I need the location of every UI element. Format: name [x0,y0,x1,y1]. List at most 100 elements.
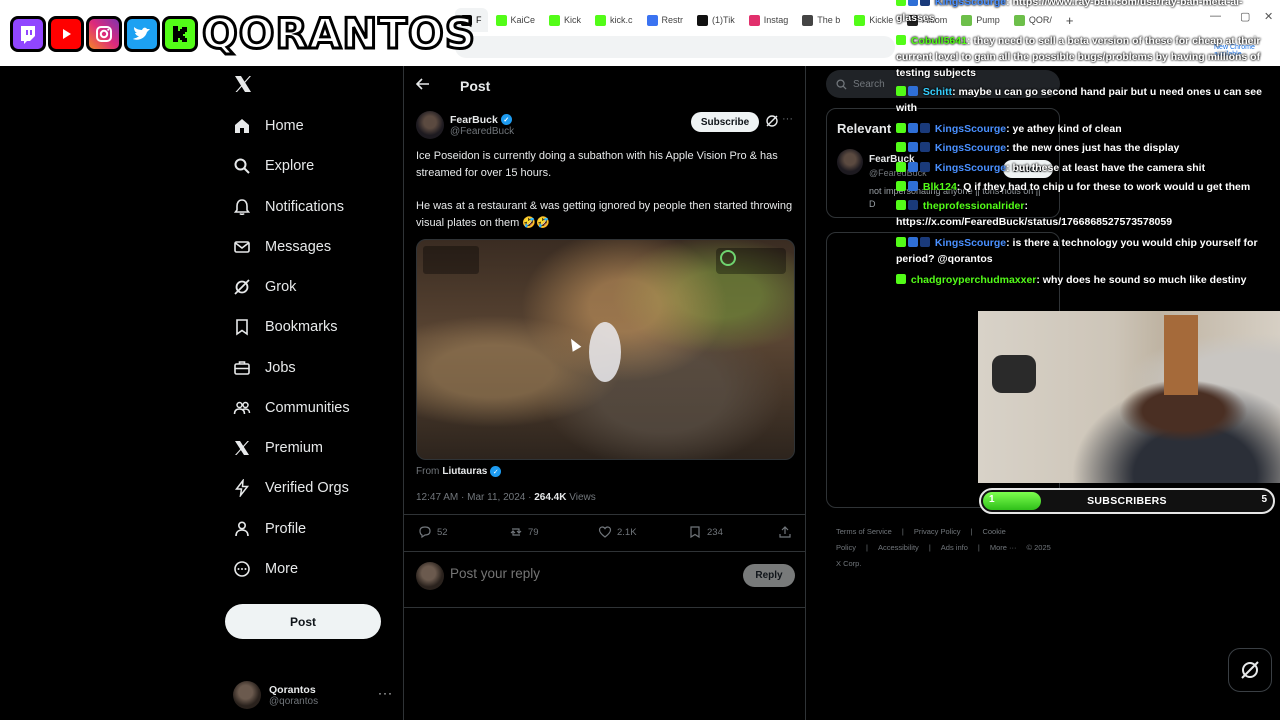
kick-badge-icon [896,86,906,96]
sidebar-item-notifications[interactable]: Notifications [233,192,344,222]
browser-tab[interactable]: The b [796,8,846,32]
chat-text: : Q if they had to chip u for these to w… [956,181,1251,193]
x-logo-icon[interactable] [233,74,255,96]
sidebar-item-jobs[interactable]: Jobs [233,353,296,383]
mod-badge-icon [908,86,918,96]
browser-tab[interactable]: (1)Tik [691,8,741,32]
back-arrow-icon[interactable] [415,77,430,96]
reply-input[interactable] [450,566,730,581]
chat-message: Schitt: maybe u can go second hand pair … [896,84,1268,116]
sidebar-item-explore[interactable]: Explore [233,151,314,181]
heart-icon [598,526,612,538]
person-icon [233,520,251,538]
reply-composer: Reply [416,560,796,592]
chat-username: Cobull5641 [910,35,967,47]
browser-tab[interactable]: Kickle [848,8,899,32]
sub-badge-icon [920,123,930,133]
footer-link[interactable]: Accessibility [878,543,919,552]
grok-floating-button[interactable] [1228,648,1272,692]
sidebar-item-label: Jobs [265,360,296,376]
share-action[interactable] [778,525,792,539]
sub-badge-icon [920,162,930,172]
browser-tab[interactable]: kick.c [589,8,639,32]
tab-label: F [476,15,482,25]
background-door [1164,315,1198,395]
home-icon [233,117,251,135]
webcam-feed [978,311,1280,483]
chat-message: Cobull5641: they need to sell a beta ver… [896,33,1268,81]
media-source: From Liutauras ✓ [416,466,502,477]
sidebar: Home Explore Notifications Messages Grok Book… [225,66,400,720]
kick-badge-icon [896,35,906,45]
kick-icon [162,16,198,52]
views-count: 264.4K [534,492,567,503]
footer-link[interactable]: More ··· [990,543,1017,552]
browser-tab[interactable]: Restr [641,8,690,32]
browser-tab[interactable]: Kick [543,8,587,32]
kick-badge-icon [896,237,906,247]
sidebar-item-premium[interactable]: Premium [233,433,323,463]
more-horizontal-icon[interactable]: ··· [378,686,393,700]
sidebar-item-communities[interactable]: Communities [233,393,350,423]
more-circle-icon [233,560,251,578]
reply-action[interactable]: 52 [418,525,448,539]
microphone [992,355,1036,393]
tab-label: (1)Tik [712,15,735,25]
tab-label: KaiCe [510,15,536,25]
sidebar-item-profile[interactable]: Profile [233,514,306,544]
chat-username: KingsScourge [934,123,1007,135]
sidebar-item-more[interactable]: More [233,554,298,584]
reply-button[interactable]: Reply [743,564,795,587]
sidebar-item-label: Verified Orgs [265,480,349,496]
footer-link[interactable]: Privacy Policy [914,527,961,536]
account-switcher[interactable]: Qorantos @qorantos ··· [233,678,393,712]
avatar [233,681,261,709]
kick-badge-icon [896,0,906,6]
hud-ring-icon [720,250,736,266]
bell-icon [233,198,251,216]
chat-message: Blk124: Q if they had to chip u for thes… [896,179,1268,195]
author-handle[interactable]: @FearedBuck [450,126,514,137]
sidebar-item-label: Grok [265,279,297,295]
sub-badge-icon [920,237,930,247]
sub-badge-icon [920,0,930,6]
bookmark-action[interactable]: 234 [688,525,723,539]
grok-icon[interactable] [765,114,779,128]
grok-icon [233,278,251,296]
more-options-icon[interactable]: ··· [782,113,793,125]
browser-tab[interactable]: Instag [743,8,795,32]
chat-username: KingsScourge [934,0,1007,8]
post-meta: 12:47 AM · Mar 11, 2024 · 264.4K Views [416,492,596,503]
post-video[interactable] [416,239,795,460]
stream-overlay-logos: QORANTOS [10,8,477,60]
bookmark-icon [802,14,814,26]
browser-tab[interactable]: KaiCe [490,8,542,32]
post-button[interactable]: Post [225,604,381,639]
subscriber-label: SUBSCRIBERS [1087,495,1167,507]
tab-label: kick.c [610,15,633,25]
sidebar-item-messages[interactable]: Messages [233,232,331,262]
verified-badge-icon: ✓ [490,466,502,477]
post-text: Ice Poseidon is currently doing a subath… [416,150,778,179]
source-user[interactable]: Liutauras [442,466,487,477]
twitch-icon [10,16,46,52]
tiktok-icon [697,14,709,26]
author-avatar[interactable] [416,111,444,139]
author-name-row[interactable]: FearBuck ✓ [450,114,514,126]
video-hud [423,246,479,274]
bookmark-icon [690,526,700,539]
footer-links: Terms of Service | Privacy Policy | Cookie P… [836,524,1056,572]
sidebar-item-bookmarks[interactable]: Bookmarks [233,312,338,342]
sidebar-item-home[interactable]: Home [233,111,304,141]
subscribe-button[interactable]: Subscribe [691,112,759,132]
sidebar-item-verified-orgs[interactable]: Verified Orgs [233,473,349,503]
author-name[interactable]: FearBuck [450,114,498,126]
like-action[interactable]: 2.1K [598,525,637,539]
repost-action[interactable]: 79 [509,525,539,539]
footer-link[interactable]: Terms of Service [836,527,892,536]
timestamp[interactable]: 12:47 AM · Mar 11, 2024 · [416,492,534,503]
footer-link[interactable]: Ads info [941,543,968,552]
address-bar[interactable] [455,36,895,58]
restream-icon [646,14,658,26]
sidebar-item-grok[interactable]: Grok [233,272,296,302]
